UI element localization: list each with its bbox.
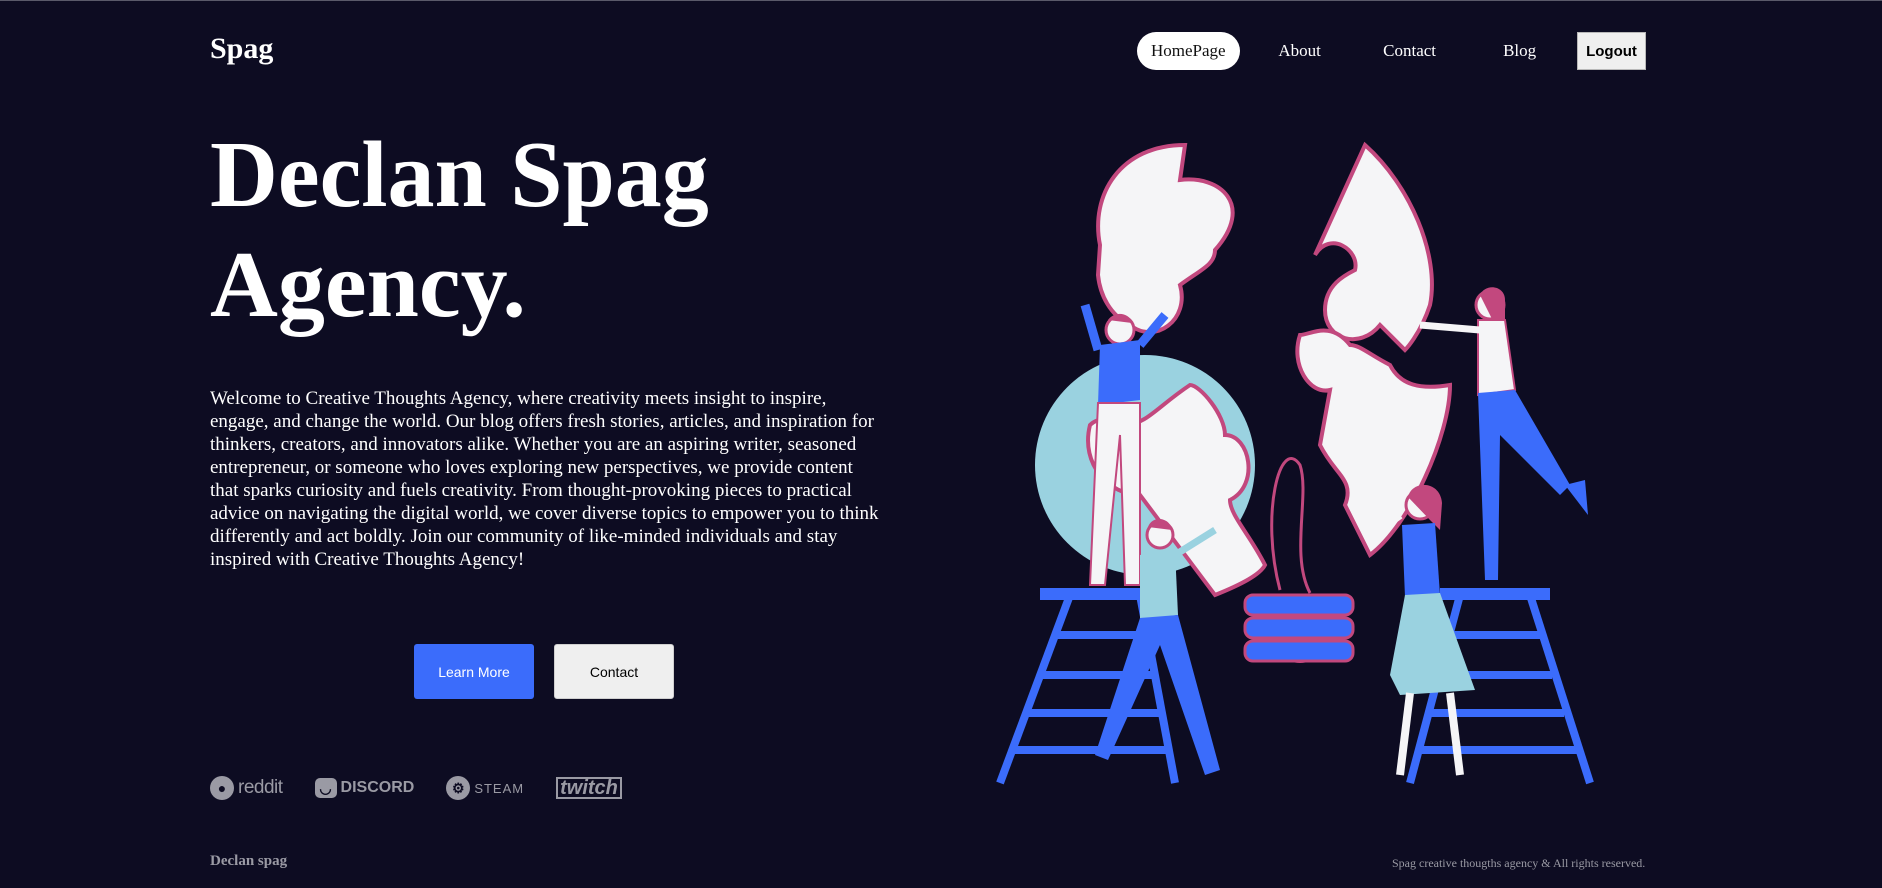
reddit-logo: ● reddit [210, 776, 283, 800]
discord-logo: ◡ DISCORD [314, 778, 415, 798]
logout-button[interactable]: Logout [1577, 32, 1646, 70]
hero-title-line2: Agency. [210, 233, 526, 337]
site-logo[interactable]: Spag [210, 32, 273, 66]
nav-item-about[interactable]: About [1240, 32, 1360, 70]
ladder-right-top [1440, 588, 1550, 600]
nav-item-contact[interactable]: Contact [1360, 32, 1460, 70]
steam-icon: ⚙ [446, 776, 471, 800]
discord-icon: ◡ [314, 778, 337, 798]
nav-item-blog[interactable]: Blog [1460, 32, 1580, 70]
reddit-label: reddit [238, 777, 283, 798]
nav-item-homepage[interactable]: HomePage [1137, 32, 1240, 70]
discord-label: DISCORD [340, 779, 415, 796]
learn-more-button[interactable]: Learn More [414, 644, 534, 699]
stacked-discs [1243, 593, 1355, 663]
reddit-icon: ● [210, 776, 234, 800]
person-top-right [1419, 287, 1588, 580]
brand-logos: ● reddit ◡ DISCORD ⚙ STEAM twitch [210, 772, 654, 804]
hero-illustration [996, 141, 1594, 785]
puzzle-piece-top-right [1313, 141, 1434, 353]
twitch-logo: twitch [556, 777, 622, 799]
steam-logo: ⚙ STEAM [446, 776, 524, 800]
hero-title: Declan Spag Agency. [210, 120, 810, 340]
hero-description: Welcome to Creative Thoughts Agency, whe… [210, 388, 879, 570]
rope [1270, 457, 1312, 594]
steam-label: STEAM [474, 780, 525, 796]
top-border [0, 0, 1882, 1]
twitch-label: twitch [556, 777, 622, 799]
footer-copyright: Spag creative thougths agency & All righ… [1392, 856, 1646, 870]
hero-title-line1: Declan Spag [210, 123, 709, 227]
contact-button[interactable]: Contact [554, 644, 674, 699]
main-nav: HomePage About Contact Blog [1137, 32, 1580, 70]
puzzle-piece-top-left [1095, 142, 1235, 335]
footer-brand: Declan spag [210, 853, 288, 869]
puzzle-piece-middle-right [1295, 328, 1453, 559]
